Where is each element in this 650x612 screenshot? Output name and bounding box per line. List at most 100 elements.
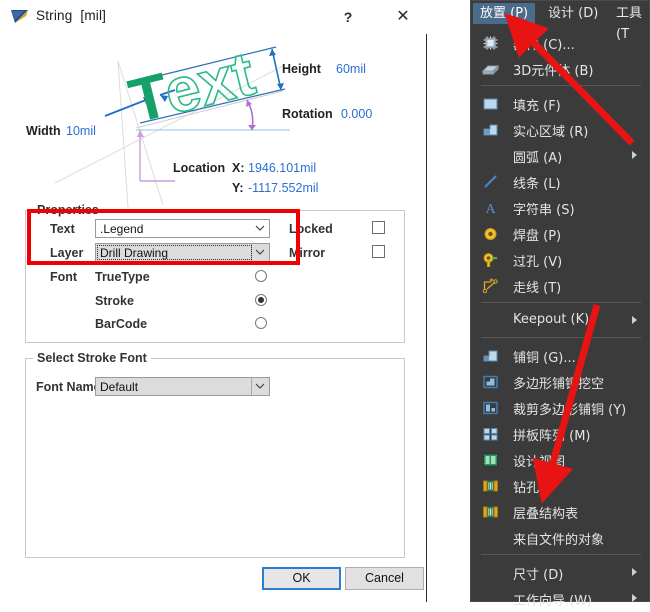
chevron-down-icon	[255, 249, 265, 255]
menu-separator	[481, 337, 641, 338]
combobox-divider	[251, 244, 252, 261]
menu-item-label: 铺铜 (G)...	[513, 351, 576, 366]
font-truetype-label: TrueType	[95, 270, 150, 284]
menu-item-17[interactable]: 层叠结构表	[471, 499, 649, 525]
menu-item-label: 实心区域 (R)	[513, 125, 589, 140]
height-label: Height	[282, 62, 321, 76]
location-label: Location	[173, 161, 226, 175]
text-combobox[interactable]: .Legend	[95, 219, 270, 238]
menu-item-label: 走线 (T)	[513, 281, 562, 296]
submenu-arrow-icon	[632, 594, 637, 602]
menu-item-label: 器件 (C)...	[513, 38, 575, 53]
dialog-title: String [mil]	[36, 8, 106, 23]
dialog-titlebar: String [mil] ? ✕	[0, 0, 427, 34]
cancel-button[interactable]: Cancel	[345, 567, 424, 590]
drill-table-icon	[483, 480, 498, 492]
menu-separator	[481, 302, 641, 303]
chevron-down-icon	[255, 225, 265, 231]
locked-checkbox[interactable]	[372, 221, 385, 234]
menu-item-4[interactable]: 圆弧 (A)	[471, 143, 649, 169]
font-name-value: Default	[100, 380, 139, 394]
rotation-label: Rotation	[282, 107, 333, 121]
track-icon	[482, 278, 498, 294]
menubar-item-place[interactable]: 放置 (P)	[473, 3, 536, 24]
preview-text-outline: ext	[158, 39, 262, 128]
menu-item-2[interactable]: 填充 (F)	[471, 91, 649, 117]
menu-item-11[interactable]: 铺铜 (G)...	[471, 343, 649, 369]
help-button[interactable]: ?	[335, 6, 361, 28]
menu-item-10[interactable]: Keepout (K)	[471, 308, 649, 334]
submenu-arrow-icon	[632, 316, 637, 324]
menubar-item-tools[interactable]: 工具 (T	[609, 3, 649, 42]
font-name-combobox[interactable]: Default	[95, 377, 270, 396]
text-combobox-value: .Legend	[100, 222, 144, 236]
menu-item-label: 来自文件的对象	[513, 533, 605, 548]
string-icon: A	[485, 202, 496, 216]
solid-region-icon	[483, 124, 498, 136]
menu-item-label: 设计视图	[513, 455, 566, 470]
menu-item-14[interactable]: 拼板阵列 (M)	[471, 421, 649, 447]
menu-item-label: 裁剪多边形铺铜 (Y)	[513, 403, 627, 418]
combobox-divider	[251, 378, 252, 395]
location-y-value: -1117.552mil	[248, 181, 319, 195]
design-view-icon	[483, 453, 498, 467]
width-value: 10mil	[66, 124, 96, 138]
font-truetype-radio[interactable]	[255, 270, 267, 282]
width-label: Width	[26, 124, 61, 138]
mirror-checkbox[interactable]	[372, 245, 385, 258]
font-barcode-label: BarCode	[95, 317, 148, 331]
ok-button[interactable]: OK	[262, 567, 341, 590]
chip-icon	[483, 36, 498, 50]
menu-item-9[interactable]: 走线 (T)	[471, 273, 649, 299]
select-stroke-font-title: Select Stroke Font	[33, 351, 151, 365]
submenu-arrow-icon	[632, 568, 637, 576]
menu-item-7[interactable]: 焊盘 (P)	[471, 221, 649, 247]
menu-item-16[interactable]: 钻孔表	[471, 473, 649, 499]
menu-item-label: 线条 (L)	[513, 177, 561, 192]
mirror-label: Mirror	[289, 246, 326, 260]
svg-text:A: A	[485, 202, 496, 216]
menu-item-20[interactable]: 工作向导 (W)	[471, 586, 649, 612]
dialog-title-unit: [mil]	[80, 8, 107, 23]
3d-body-icon	[482, 64, 499, 76]
menu-item-8[interactable]: 过孔 (V)	[471, 247, 649, 273]
close-button[interactable]: ✕	[390, 6, 416, 28]
menu-item-label: 钻孔表	[513, 481, 553, 496]
pad-icon	[484, 228, 497, 240]
font-barcode-radio[interactable]	[255, 317, 267, 329]
layer-combobox-value: Drill Drawing	[100, 246, 169, 260]
font-name-label: Font Name	[36, 380, 101, 394]
altium-flag-icon	[11, 10, 28, 23]
via-icon	[483, 253, 498, 267]
menu-item-label: 尺寸 (D)	[513, 568, 564, 583]
menu-item-label: 层叠结构表	[513, 507, 579, 522]
location-y-label: Y:	[232, 181, 244, 195]
menu-item-1[interactable]: 3D元件体 (B)	[471, 56, 649, 82]
menu-item-12[interactable]: 多边形铺铜挖空	[471, 369, 649, 395]
menu-item-label: 焊盘 (P)	[513, 229, 562, 244]
menu-item-label: 圆弧 (A)	[513, 151, 563, 166]
menu-item-label: Keepout (K)	[513, 312, 590, 327]
menu-item-15[interactable]: 设计视图	[471, 447, 649, 473]
text-field-label: Text	[50, 222, 75, 236]
menu-item-0[interactable]: 器件 (C)...	[471, 30, 649, 56]
menu-item-label: 过孔 (V)	[513, 255, 563, 270]
font-stroke-radio[interactable]	[255, 294, 267, 306]
menu-item-18[interactable]: 来自文件的对象	[471, 525, 649, 551]
menu-item-19[interactable]: 尺寸 (D)	[471, 560, 649, 586]
layer-combobox[interactable]: Drill Drawing	[95, 243, 270, 262]
panel-array-icon	[483, 428, 498, 441]
menu-items-list: 器件 (C)... 3D元件体 (B) 填充 (F) 实心区域 (R) 圆弧 (A) 线条…	[471, 26, 649, 609]
polygon-pour-icon	[483, 350, 498, 362]
menu-item-5[interactable]: 线条 (L)	[471, 169, 649, 195]
locked-label: Locked	[289, 222, 333, 236]
menu-item-6[interactable]: A 字符串 (S)	[471, 195, 649, 221]
menubar-item-design[interactable]: 设计 (D)	[541, 3, 605, 24]
polygon-cutout-icon	[483, 375, 498, 389]
string-properties-dialog: String [mil] ? ✕ T ext Height 60mil Rota…	[0, 0, 427, 602]
menu-separator	[481, 85, 641, 86]
menu-item-label: 多边形铺铜挖空	[513, 377, 605, 392]
menu-item-13[interactable]: 裁剪多边形铺铜 (Y)	[471, 395, 649, 421]
menu-item-3[interactable]: 实心区域 (R)	[471, 117, 649, 143]
menu-bar: 放置 (P) 设计 (D) 工具 (T	[471, 1, 649, 42]
